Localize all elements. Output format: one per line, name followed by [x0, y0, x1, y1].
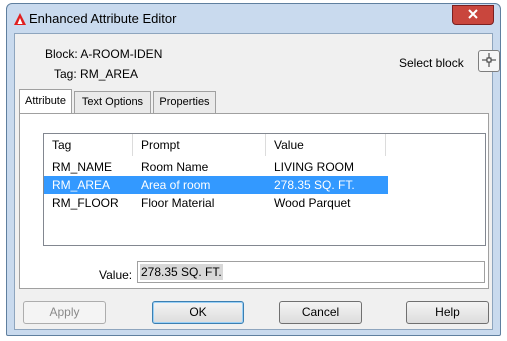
row-value: Wood Parquet: [274, 196, 351, 210]
block-name: A-ROOM-IDEN: [80, 47, 163, 61]
tab-attribute[interactable]: Attribute: [19, 89, 72, 113]
tab-text-options[interactable]: Text Options: [74, 91, 151, 113]
close-icon: [467, 8, 479, 22]
column-header-prompt[interactable]: Prompt: [133, 134, 266, 156]
attribute-panel: Tag Prompt Value RM_NAME Room Name LIVIN…: [19, 113, 489, 289]
select-block-label: Select block: [399, 56, 464, 70]
table-row[interactable]: RM_NAME Room Name LIVING ROOM: [44, 158, 485, 176]
row-tag: RM_NAME: [52, 160, 113, 174]
value-input[interactable]: 278.35 SQ. FT.: [137, 261, 485, 283]
value-label: Value:: [99, 268, 133, 282]
cancel-button[interactable]: Cancel: [279, 301, 362, 324]
select-block-button[interactable]: [478, 50, 500, 72]
value-input-text: 278.35 SQ. FT.: [140, 264, 223, 280]
ok-button[interactable]: OK: [152, 301, 244, 324]
tag-label: Tag:: [54, 67, 77, 81]
autocad-logo-icon: [13, 12, 27, 26]
row-prompt: Room Name: [141, 160, 209, 174]
column-header-tag[interactable]: Tag: [44, 134, 133, 156]
column-header-value[interactable]: Value: [266, 134, 386, 156]
attribute-list[interactable]: Tag Prompt Value RM_NAME Room Name LIVIN…: [43, 133, 486, 246]
window-title: Enhanced Attribute Editor: [29, 11, 177, 26]
row-prompt: Area of room: [141, 178, 211, 192]
tag-info: Tag: RM_AREA: [54, 67, 138, 81]
help-button[interactable]: Help: [406, 301, 489, 324]
row-tag: RM_AREA: [52, 178, 111, 192]
table-row-selected[interactable]: RM_AREA Area of room 278.35 SQ. FT.: [44, 176, 485, 194]
row-value: LIVING ROOM: [274, 160, 355, 174]
row-tag: RM_FLOOR: [52, 196, 119, 210]
pick-crosshair-icon: [482, 52, 496, 70]
apply-button[interactable]: Apply: [23, 301, 106, 324]
row-value: 278.35 SQ. FT.: [274, 178, 355, 192]
block-info: Block: A-ROOM-IDEN: [45, 47, 162, 61]
tab-properties[interactable]: Properties: [153, 91, 216, 113]
row-prompt: Floor Material: [141, 196, 215, 210]
title-bar[interactable]: Enhanced Attribute Editor: [7, 4, 500, 34]
list-header: Tag Prompt Value: [44, 134, 485, 156]
tag-name: RM_AREA: [80, 67, 139, 81]
block-label: Block:: [45, 47, 78, 61]
close-button[interactable]: [452, 5, 494, 25]
table-row[interactable]: RM_FLOOR Floor Material Wood Parquet: [44, 194, 485, 212]
